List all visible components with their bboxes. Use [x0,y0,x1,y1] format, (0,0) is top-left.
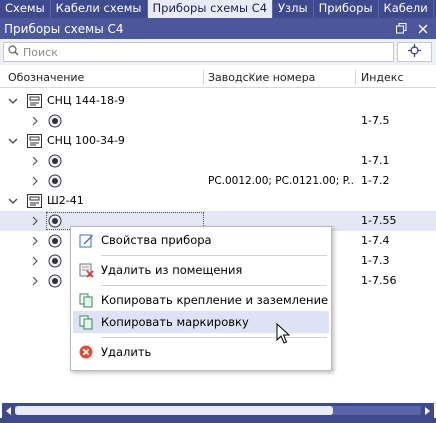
serial-numbers [208,111,354,131]
copy-icon [73,315,99,330]
index-value: 1-7.2 [361,174,390,187]
copy-icon [73,293,99,308]
device-panel-window: Схемы Кабели схемы Приборы схемы С4 Узлы… [0,0,436,423]
scroll-left-icon[interactable] [2,403,15,418]
close-icon[interactable] [414,20,432,38]
column-header: Обозначение Заводские номера Индекс [0,67,436,88]
tree-group-row[interactable]: Ш2-41 [0,191,436,211]
menu-item-delete[interactable]: Удалить [73,341,329,363]
group-label: Ш2-41 [47,194,84,207]
tab-schemes[interactable]: Схемы [0,0,51,18]
menu-item-remove-from-room[interactable]: Удалить из помещения [73,259,329,281]
sort-arrow-icon [248,67,256,81]
tree-item-row[interactable]: 1-7.5 [0,111,436,131]
device-group-icon [26,93,42,109]
group-label: СНЦ 144-18-9 [47,94,125,107]
index-value: 1-7.4 [361,234,390,247]
menu-item-label: Свойства прибора [101,233,212,247]
menu-separator [101,285,327,286]
expand-chevron-icon[interactable] [29,211,41,231]
collapse-chevron-icon[interactable] [7,191,19,211]
expand-chevron-icon[interactable] [29,271,41,291]
device-group-icon [26,193,42,209]
menu-item-copy-mounting[interactable]: Копировать крепление и заземление [73,289,329,311]
tab-nodes[interactable]: Узлы [273,0,314,18]
collapse-chevron-icon[interactable] [7,91,19,111]
scrollbar-thumb[interactable] [15,406,333,415]
tree-group-row[interactable]: СНЦ 144-18-9 [0,91,436,111]
device-icon [47,173,63,189]
menu-item-device-properties[interactable]: Свойства прибора [73,229,329,251]
mouse-pointer-icon [276,323,290,344]
edit-properties-icon [73,233,99,248]
menu-separator [101,337,327,338]
tab-cables[interactable]: Кабели [379,0,434,18]
tab-scheme-cables[interactable]: Кабели схемы [51,0,148,18]
device-group-icon [26,133,42,149]
menu-item-label: Удалить [101,345,152,359]
search-input[interactable] [23,45,383,59]
menu-item-copy-marking[interactable]: Копировать маркировку [73,311,329,333]
restore-window-icon[interactable] [392,20,410,38]
device-icon [47,253,63,269]
bottom-border [0,418,436,423]
index-value: 1-7.56 [361,274,397,287]
expand-chevron-icon[interactable] [29,231,41,251]
panel-title: Приборы схемы С4 [4,21,124,36]
horizontal-scrollbar[interactable] [2,403,434,418]
expand-chevron-icon[interactable] [29,171,41,191]
tree-group-row[interactable]: СНЦ 100-34-9 [0,131,436,151]
tree-item-row[interactable]: PC.0012.00; PC.0121.00; P... 1-7.2 [0,171,436,191]
column-index[interactable]: Индекс [361,67,404,88]
index-value: 1-7.1 [361,154,390,167]
menu-item-label: Копировать маркировку [101,315,249,329]
expand-chevron-icon[interactable] [29,151,41,171]
delete-icon [73,345,99,359]
context-menu: Свойства прибора Удалить из помещения Ко… [70,226,332,371]
serial-numbers [208,151,354,171]
index-value: 1-7.5 [361,114,390,127]
column-serials[interactable]: Заводские номера [208,67,315,88]
column-divider[interactable] [355,70,356,85]
serial-numbers: PC.0012.00; PC.0121.00; P... [208,175,354,187]
column-designation[interactable]: Обозначение [8,67,84,88]
device-icon [47,273,63,289]
group-label: СНЦ 100-34-9 [47,134,125,147]
tab-strip: Схемы Кабели схемы Приборы схемы С4 Узлы… [0,0,436,18]
tab-scheme-devices-c4[interactable]: Приборы схемы С4 [147,0,274,18]
index-value: 1-7.3 [361,254,390,267]
search-icon [8,45,19,59]
index-value: 1-7.55 [361,214,397,227]
device-icon [47,113,63,129]
tree-item-row[interactable]: 1-7.1 [0,151,436,171]
search-bar [0,39,436,65]
crosshair-icon [408,44,421,60]
device-icon [47,233,63,249]
column-divider[interactable] [203,70,204,85]
panel-header: Приборы схемы С4 [0,18,436,39]
search-field[interactable] [3,42,394,62]
remove-from-room-icon [73,263,99,278]
menu-separator [101,255,327,256]
menu-item-label: Копировать крепление и заземление [101,293,329,307]
locate-button[interactable] [397,42,432,62]
scroll-right-icon[interactable] [421,403,434,418]
tab-devices[interactable]: Приборы [314,0,379,18]
device-icon [47,153,63,169]
expand-chevron-icon[interactable] [29,251,41,271]
collapse-chevron-icon[interactable] [7,131,19,151]
expand-chevron-icon[interactable] [29,111,41,131]
menu-item-label: Удалить из помещения [101,263,243,277]
